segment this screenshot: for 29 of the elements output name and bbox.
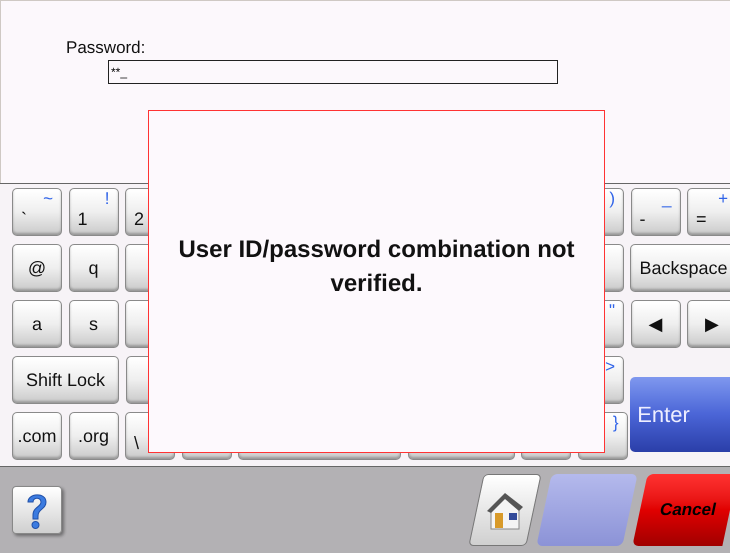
keyboard-key[interactable]: ▶ [687, 300, 730, 348]
home-button[interactable] [468, 474, 542, 546]
password-field[interactable]: **_ [108, 60, 558, 84]
error-message: User ID/password combination not verified. [177, 235, 576, 299]
keyboard-key[interactable]: @ [12, 244, 62, 292]
shift-symbol: _ [662, 190, 672, 207]
shift-symbol: + [718, 190, 728, 207]
keyboard-key[interactable]: Backspace [630, 244, 730, 292]
keyboard-key[interactable]: .org [68, 412, 118, 460]
enter-key[interactable]: Enter [630, 377, 730, 452]
shift-symbol: ! [104, 190, 110, 207]
keyboard-key[interactable]: q [68, 244, 118, 292]
keyboard-key[interactable]: s [68, 300, 118, 348]
keyboard-key[interactable]: ` ~ [12, 188, 62, 236]
password-label: Password: [66, 39, 146, 56]
keyboard-key[interactable]: .com [12, 412, 62, 460]
keyboard-key[interactable]: a [12, 300, 62, 348]
keyboard-key[interactable]: 1 ! [68, 188, 118, 236]
keyboard-key[interactable]: ◀ [630, 300, 680, 348]
shift-symbol: ) [609, 190, 615, 207]
keyboard-key[interactable]: - _ [630, 188, 680, 236]
cancel-button[interactable]: Cancel [632, 474, 730, 546]
shift-symbol: } [612, 414, 618, 431]
shift-symbol: " [608, 302, 615, 319]
shift-symbol: ~ [43, 190, 53, 207]
keyboard-key[interactable]: Shift Lock [12, 356, 119, 404]
help-button[interactable] [12, 486, 62, 534]
keyboard-key[interactable]: = + [687, 188, 730, 236]
shift-symbol: > [605, 358, 615, 375]
